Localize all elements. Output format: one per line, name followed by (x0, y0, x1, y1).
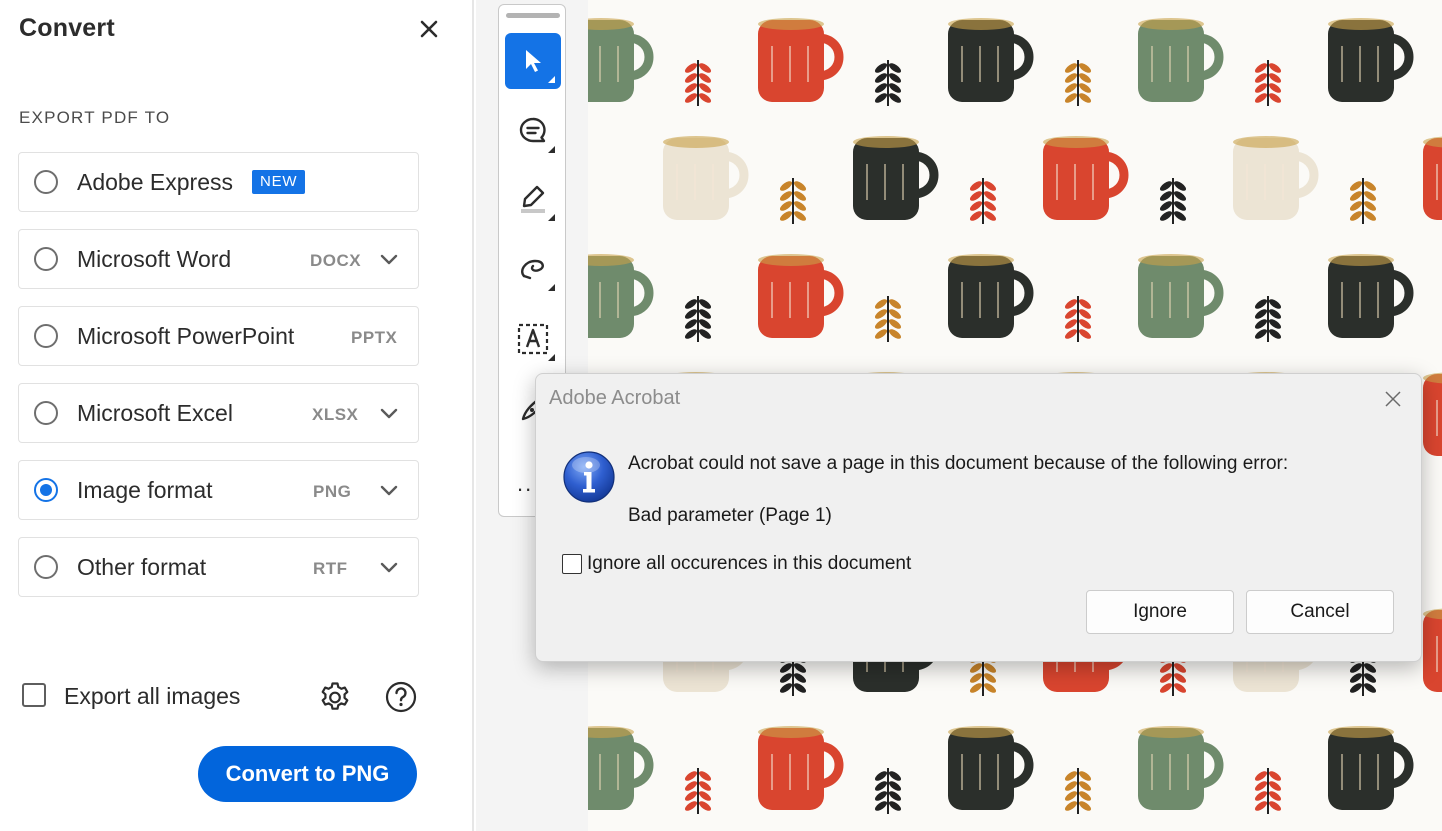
ignore-all-label: Ignore all occurences in this document (587, 553, 912, 574)
option-adobe-express[interactable]: Adobe Express NEW (18, 152, 419, 212)
highlight-tool[interactable] (505, 171, 561, 227)
highlight-icon (521, 185, 545, 213)
error-dialog: Adobe Acrobat Acrobat could not save a p… (535, 373, 1422, 662)
close-icon (1385, 391, 1401, 407)
radio-microsoft-excel[interactable] (34, 401, 58, 425)
chevron-down-icon[interactable] (378, 250, 400, 268)
export-section-label: EXPORT PDF TO (19, 108, 171, 127)
option-microsoft-excel[interactable]: Microsoft Excel XLSX (18, 383, 419, 443)
text-box-tool[interactable] (505, 311, 561, 367)
dialog-error-detail: Bad parameter (Page 1) (628, 505, 832, 526)
option-label: Other format (77, 554, 207, 580)
close-icon (420, 20, 438, 38)
option-label: Image format (77, 477, 213, 503)
radio-microsoft-powerpoint[interactable] (34, 324, 58, 348)
option-label: Adobe Express (77, 169, 233, 195)
gear-icon[interactable] (318, 680, 352, 714)
format-extension: XLSX (312, 405, 359, 424)
option-label: Microsoft PowerPoint (77, 323, 295, 349)
export-all-images-checkbox[interactable] (22, 683, 46, 707)
convert-panel: Convert EXPORT PDF TO Adobe Express NEW … (0, 0, 474, 831)
radio-microsoft-word[interactable] (34, 247, 58, 271)
cancel-button[interactable]: Cancel (1246, 590, 1394, 634)
panel-title: Convert (19, 14, 115, 42)
format-extension: PNG (313, 482, 352, 501)
format-extension: RTF (313, 559, 348, 578)
option-label: Microsoft Word (77, 246, 232, 272)
ignore-button[interactable]: Ignore (1086, 590, 1234, 634)
export-all-images-label: Export all images (64, 683, 241, 709)
select-tool[interactable] (505, 33, 561, 89)
radio-image-format[interactable] (34, 478, 58, 502)
ignore-all-checkbox[interactable] (562, 554, 582, 574)
new-badge: NEW (252, 170, 306, 194)
help-icon[interactable] (384, 680, 418, 714)
radio-adobe-express[interactable] (34, 170, 58, 194)
text-box-icon (517, 323, 549, 355)
format-extension: PPTX (351, 328, 398, 347)
select-icon (526, 50, 541, 72)
option-image-format[interactable]: Image format PNG (18, 460, 419, 520)
dialog-title: Adobe Acrobat (549, 387, 681, 409)
dialog-close-button[interactable] (1380, 386, 1406, 412)
export-all-images-toggle[interactable]: Export all images (22, 683, 240, 709)
close-panel-button[interactable] (414, 14, 444, 44)
chevron-down-icon[interactable] (378, 404, 400, 422)
info-icon (563, 451, 615, 503)
draw-tool[interactable] (505, 241, 561, 297)
option-other-format[interactable]: Other format RTF (18, 537, 419, 597)
toolbar-drag-handle[interactable] (506, 13, 560, 18)
chevron-down-icon[interactable] (378, 481, 400, 499)
comment-icon (519, 117, 546, 143)
option-microsoft-word[interactable]: Microsoft Word DOCX (18, 229, 419, 289)
format-extension: DOCX (310, 251, 362, 270)
draw-icon (521, 259, 544, 280)
radio-other-format[interactable] (34, 555, 58, 579)
chevron-down-icon[interactable] (378, 558, 400, 576)
option-label: Microsoft Excel (77, 400, 233, 426)
convert-button[interactable]: Convert to PNG (198, 746, 417, 802)
option-microsoft-powerpoint[interactable]: Microsoft PowerPoint PPTX (18, 306, 419, 366)
comment-tool[interactable] (505, 103, 561, 159)
dialog-message: Acrobat could not save a page in this do… (628, 453, 1289, 474)
